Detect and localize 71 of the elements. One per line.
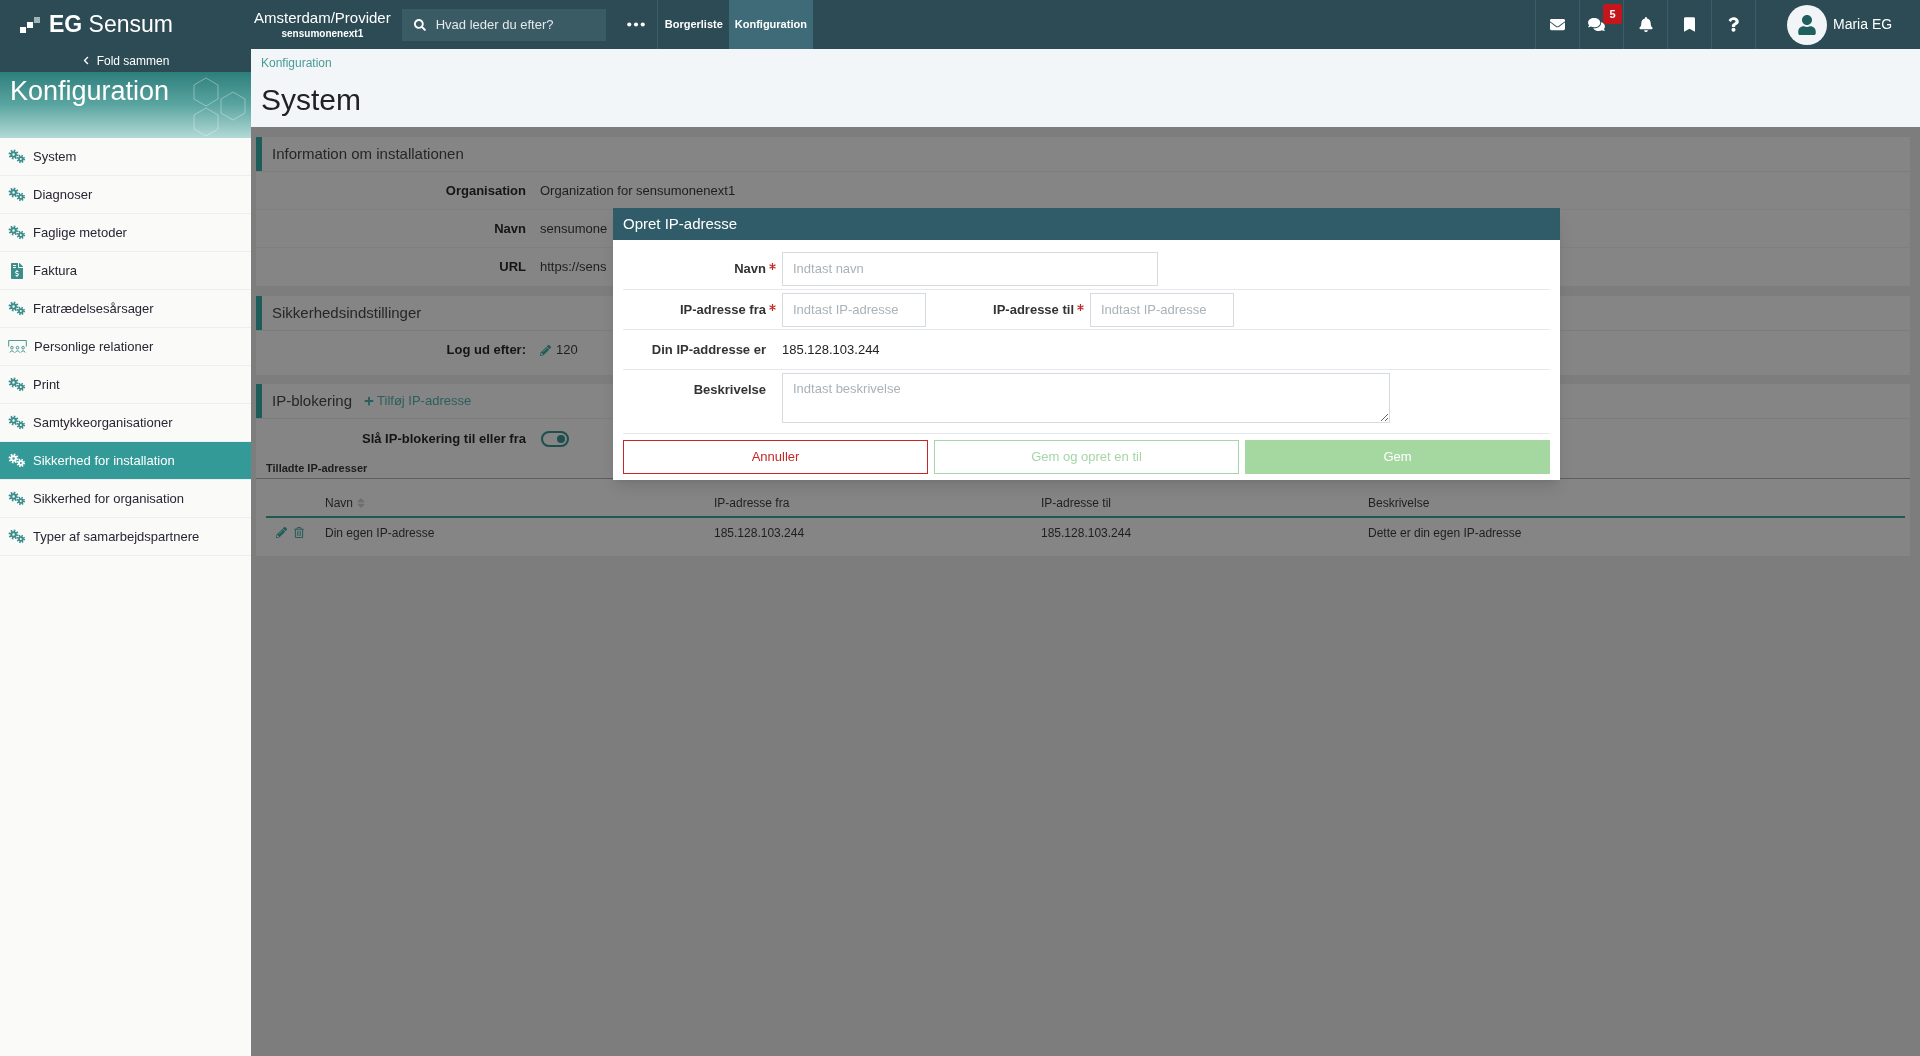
sidebar-item[interactable]: Faktura (0, 252, 251, 290)
field-value: https://sens (540, 258, 607, 277)
help-icon[interactable] (1728, 17, 1739, 32)
gears-icon (8, 377, 26, 392)
context-title: Amsterdam/Provider (254, 8, 391, 28)
section-title: IP-blokering (272, 390, 353, 411)
field-label: IP-adresse til (993, 300, 1074, 319)
field-label: Slå IP-blokering til eller fra (361, 430, 526, 449)
textarea-field[interactable]: Indtast beskrivelse (782, 373, 1390, 423)
avatar-icon[interactable] (1787, 4, 1827, 45)
field-label: IP-adresse fra (680, 300, 766, 319)
brand-name: EG Sensum (49, 13, 173, 36)
search-field[interactable]: Hvad leder du efter? (401, 8, 606, 41)
nav-tab[interactable]: Konfiguration (728, 0, 813, 49)
section-title: Sikkerhedsindstillinger (272, 302, 422, 323)
field-value: Organization for sensumonenext1 (540, 181, 736, 200)
chevron-left-icon (81, 56, 90, 65)
gears-icon (8, 225, 26, 240)
section-accent-bar (256, 384, 262, 418)
field-label: Navn (734, 259, 766, 278)
chat-icon[interactable] (1588, 17, 1605, 32)
gears-icon (8, 149, 26, 164)
table-cell: Din egen IP-adresse (325, 526, 435, 540)
context-subtitle: sensumonenext1 (281, 27, 364, 41)
user-name[interactable]: Maria EG (1833, 14, 1893, 35)
table-cell: 185.128.103.244 (714, 526, 805, 540)
invoice-icon (11, 262, 23, 279)
input-field[interactable]: Indtast navn (782, 251, 1158, 286)
page-title: System (261, 82, 363, 118)
collapse-button[interactable]: Fold sammen (0, 49, 251, 72)
field-label: Beskrivelse (693, 381, 766, 399)
column-header[interactable]: IP-adresse fra (714, 493, 790, 512)
field-label: Din IP-addresse er (651, 340, 766, 359)
gears-icon (8, 415, 26, 430)
gears-icon (8, 301, 26, 316)
plus-icon (364, 396, 375, 406)
bell-icon[interactable] (1638, 17, 1653, 32)
table-caption: Tilladte IP-adresser (266, 460, 368, 476)
input-field[interactable]: Indtast IP-adresse (1090, 292, 1234, 327)
gears-icon (8, 453, 26, 468)
field-label: Organisation (444, 181, 526, 200)
gears-icon (8, 491, 26, 506)
cancel-button[interactable]: Annuller (623, 440, 928, 474)
table-cell: 185.128.103.244 (1041, 526, 1132, 540)
field-label: Log ud efter: (445, 341, 526, 360)
section-accent-bar (256, 137, 262, 171)
input-field[interactable]: Indtast IP-adresse (782, 292, 926, 327)
gears-icon (8, 529, 26, 544)
ip-address-value: 185.128.103.244 (782, 340, 880, 359)
column-header[interactable]: IP-adresse til (1041, 493, 1112, 512)
search-icon (413, 18, 426, 31)
table-cell: Dette er din egen IP-adresse (1368, 526, 1522, 540)
field-label: Navn (493, 219, 526, 238)
mail-icon[interactable] (1550, 17, 1565, 32)
column-header[interactable]: Navn (325, 493, 353, 512)
gears-icon (8, 187, 26, 202)
section-title: Information om installationen (272, 143, 464, 164)
field-label: URL (498, 258, 526, 277)
people-icon (8, 340, 27, 353)
section-accent-bar (256, 296, 262, 330)
field-value: sensumone (540, 219, 608, 238)
field-value: 120 (556, 341, 578, 360)
sidebar-title: Konfiguration (10, 76, 170, 106)
more-icon[interactable] (626, 22, 645, 27)
logo-icon (20, 16, 40, 33)
notification-badge: 5 (1603, 4, 1622, 24)
dialog-title: Opret IP-adresse (623, 213, 738, 234)
toggle-switch[interactable] (541, 431, 569, 447)
bookmark-icon[interactable] (1684, 17, 1695, 32)
nav-tab[interactable]: Borgerliste (658, 0, 729, 49)
column-header[interactable]: Beskrivelse (1368, 493, 1430, 512)
